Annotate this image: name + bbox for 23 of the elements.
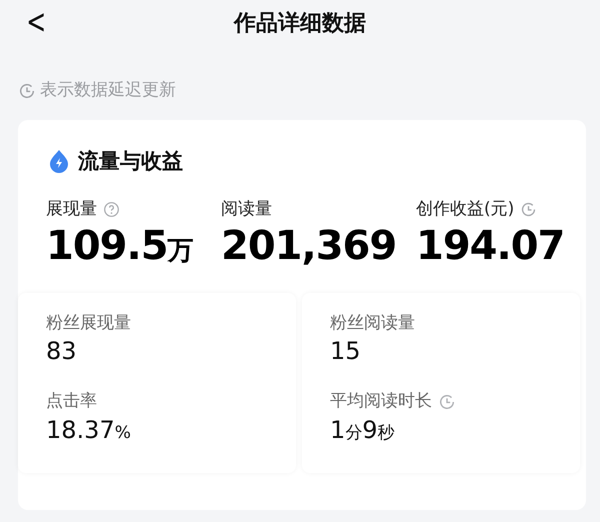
back-button[interactable]: < xyxy=(22,2,50,42)
stat-label: 粉丝阅读量 xyxy=(330,312,415,334)
stat-value: 109.5万 xyxy=(46,222,194,268)
delay-note: 表示数据延迟更新 xyxy=(40,79,176,102)
stat-label: 点击率 xyxy=(46,390,97,414)
stat-label: 粉丝展现量 xyxy=(46,312,131,334)
stat-label: 阅读量 xyxy=(221,198,272,221)
stat-label: 展现量 xyxy=(46,198,97,221)
stat-value: 1分9秒 xyxy=(330,414,396,446)
stat-value: 194.07 xyxy=(416,222,566,268)
stat-value: 83 xyxy=(46,336,78,367)
stat-value: 18.37% xyxy=(46,414,132,446)
section-title: 流量与收益 xyxy=(78,148,183,174)
clock-icon xyxy=(438,392,456,411)
drop-icon xyxy=(48,149,70,174)
stat-label: 创作收益(元) xyxy=(416,198,514,221)
stat-value: 201,369 xyxy=(221,222,398,268)
page-title: 作品详细数据 xyxy=(234,11,366,36)
stat-value: 15 xyxy=(330,336,362,367)
clock-icon xyxy=(18,82,36,100)
stat-label: 平均阅读时长 xyxy=(330,390,432,414)
clock-icon xyxy=(520,201,538,218)
help-icon xyxy=(103,201,120,218)
